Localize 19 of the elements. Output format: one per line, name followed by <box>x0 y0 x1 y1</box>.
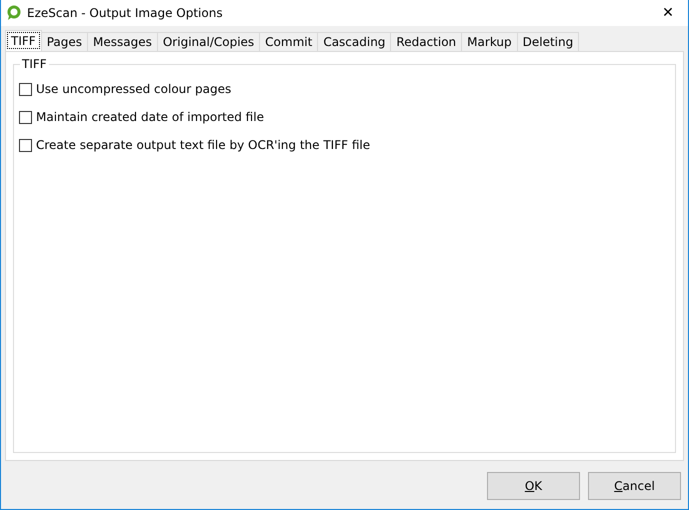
tab[interactable]: Pages <box>40 32 88 51</box>
checkbox[interactable] <box>19 82 32 96</box>
app-logo-icon <box>7 5 21 21</box>
tab[interactable]: TIFF <box>5 30 42 51</box>
tab[interactable]: Deleting <box>516 32 580 51</box>
checkbox[interactable] <box>19 110 32 124</box>
group-title: TIFF <box>21 57 48 71</box>
checkbox-label[interactable]: Use uncompressed colour pages <box>36 82 232 96</box>
window-title: EzeScan - Output Image Options <box>27 6 224 20</box>
checkbox[interactable] <box>19 138 32 152</box>
tab[interactable]: Markup <box>461 32 518 51</box>
tab[interactable]: Cascading <box>317 32 392 51</box>
cancel-button[interactable]: Cancel <box>588 472 681 500</box>
tab[interactable]: Original/Copies <box>156 32 260 51</box>
checkbox-label[interactable]: Create separate output text file by OCR'ing the TIFF file <box>36 138 370 152</box>
checkbox-label[interactable]: Maintain created date of imported file <box>36 110 264 124</box>
close-button[interactable]: ✕ <box>648 5 688 21</box>
ok-button[interactable]: OK <box>487 472 580 500</box>
tab[interactable]: Messages <box>87 32 158 51</box>
